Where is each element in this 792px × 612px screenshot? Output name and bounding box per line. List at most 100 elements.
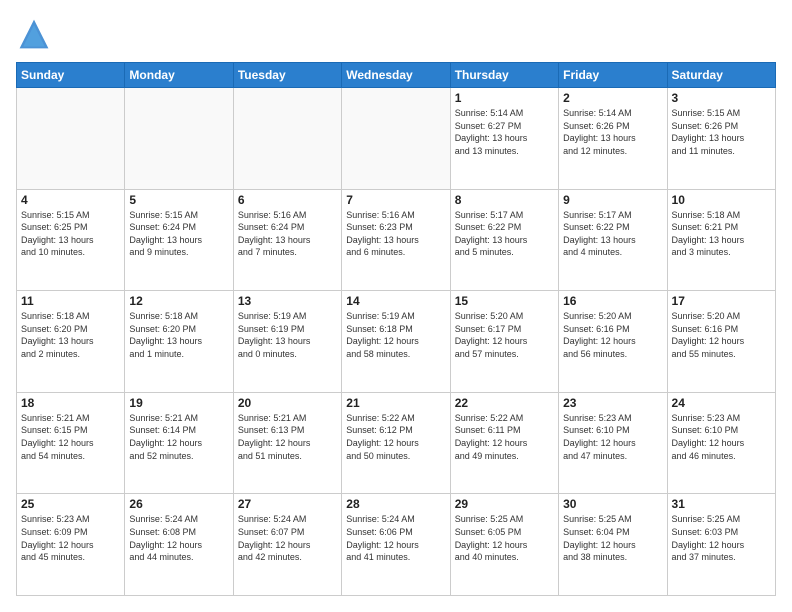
calendar-cell: 13 Sunrise: 5:19 AM Sunset: 6:19 PM Dayli… [233,291,341,393]
calendar-header-monday: Monday [125,63,233,88]
calendar-week-4: 25 Sunrise: 5:23 AM Sunset: 6:09 PM Dayli… [17,494,776,596]
day-number: 15 [455,294,554,308]
day-number: 13 [238,294,337,308]
calendar-cell: 18 Sunrise: 5:21 AM Sunset: 6:15 PM Dayli… [17,392,125,494]
day-number: 31 [672,497,771,511]
day-info: Sunrise: 5:19 AM Sunset: 6:18 PM Dayligh… [346,310,445,360]
calendar-cell: 6 Sunrise: 5:16 AM Sunset: 6:24 PM Daylig… [233,189,341,291]
day-info: Sunrise: 5:18 AM Sunset: 6:20 PM Dayligh… [21,310,120,360]
logo [16,16,56,52]
day-number: 16 [563,294,662,308]
day-info: Sunrise: 5:18 AM Sunset: 6:20 PM Dayligh… [129,310,228,360]
day-number: 7 [346,193,445,207]
day-number: 25 [21,497,120,511]
day-info: Sunrise: 5:21 AM Sunset: 6:13 PM Dayligh… [238,412,337,462]
calendar-cell: 19Sunrise: 5:21 AM Sunset: 6:14 PM Dayli… [125,392,233,494]
day-number: 26 [129,497,228,511]
day-number: 3 [672,91,771,105]
day-number: 10 [672,193,771,207]
day-number: 21 [346,396,445,410]
day-info: Sunrise: 5:15 AM Sunset: 6:26 PM Dayligh… [672,107,771,157]
day-info: Sunrise: 5:24 AM Sunset: 6:07 PM Dayligh… [238,513,337,563]
calendar-cell: 9 Sunrise: 5:17 AM Sunset: 6:22 PM Daylig… [559,189,667,291]
day-info: Sunrise: 5:25 AM Sunset: 6:05 PM Dayligh… [455,513,554,563]
day-info: Sunrise: 5:16 AM Sunset: 6:24 PM Dayligh… [238,209,337,259]
day-info: Sunrise: 5:14 AM Sunset: 6:26 PM Dayligh… [563,107,662,157]
calendar-header-thursday: Thursday [450,63,558,88]
day-number: 12 [129,294,228,308]
calendar-cell: 21 Sunrise: 5:22 AM Sunset: 6:12 PM Dayli… [342,392,450,494]
calendar-header-sunday: Sunday [17,63,125,88]
calendar-cell: 20 Sunrise: 5:21 AM Sunset: 6:13 PM Dayli… [233,392,341,494]
day-info: Sunrise: 5:24 AM Sunset: 6:06 PM Dayligh… [346,513,445,563]
calendar-cell: 28 Sunrise: 5:24 AM Sunset: 6:06 PM Dayli… [342,494,450,596]
day-info: Sunrise: 5:23 AM Sunset: 6:10 PM Dayligh… [563,412,662,462]
day-number: 20 [238,396,337,410]
day-number: 29 [455,497,554,511]
calendar-cell: 12 Sunrise: 5:18 AM Sunset: 6:20 PM Dayli… [125,291,233,393]
calendar-cell: 14Sunrise: 5:19 AM Sunset: 6:18 PM Dayli… [342,291,450,393]
calendar-cell: 16Sunrise: 5:20 AM Sunset: 6:16 PM Dayli… [559,291,667,393]
day-number: 6 [238,193,337,207]
page: SundayMondayTuesdayWednesdayThursdayFrid… [0,0,792,612]
calendar-header-row: SundayMondayTuesdayWednesdayThursdayFrid… [17,63,776,88]
logo-icon [16,16,52,52]
day-number: 27 [238,497,337,511]
calendar-cell [233,88,341,190]
day-number: 1 [455,91,554,105]
calendar-week-3: 18 Sunrise: 5:21 AM Sunset: 6:15 PM Dayli… [17,392,776,494]
day-info: Sunrise: 5:23 AM Sunset: 6:10 PM Dayligh… [672,412,771,462]
calendar-cell [17,88,125,190]
day-info: Sunrise: 5:22 AM Sunset: 6:12 PM Dayligh… [346,412,445,462]
day-info: Sunrise: 5:14 AM Sunset: 6:27 PM Dayligh… [455,107,554,157]
day-number: 28 [346,497,445,511]
calendar-cell: 1 Sunrise: 5:14 AM Sunset: 6:27 PM Daylig… [450,88,558,190]
day-number: 4 [21,193,120,207]
calendar-cell: 27 Sunrise: 5:24 AM Sunset: 6:07 PM Dayli… [233,494,341,596]
day-info: Sunrise: 5:20 AM Sunset: 6:16 PM Dayligh… [672,310,771,360]
day-info: Sunrise: 5:16 AM Sunset: 6:23 PM Dayligh… [346,209,445,259]
day-number: 17 [672,294,771,308]
calendar-cell [342,88,450,190]
day-number: 5 [129,193,228,207]
calendar-week-1: 4 Sunrise: 5:15 AM Sunset: 6:25 PM Daylig… [17,189,776,291]
calendar-cell [125,88,233,190]
day-number: 9 [563,193,662,207]
calendar-header-wednesday: Wednesday [342,63,450,88]
day-number: 23 [563,396,662,410]
day-info: Sunrise: 5:15 AM Sunset: 6:24 PM Dayligh… [129,209,228,259]
day-info: Sunrise: 5:22 AM Sunset: 6:11 PM Dayligh… [455,412,554,462]
day-info: Sunrise: 5:19 AM Sunset: 6:19 PM Dayligh… [238,310,337,360]
day-info: Sunrise: 5:18 AM Sunset: 6:21 PM Dayligh… [672,209,771,259]
day-number: 19 [129,396,228,410]
calendar-header-friday: Friday [559,63,667,88]
header [16,16,776,52]
calendar-cell: 15Sunrise: 5:20 AM Sunset: 6:17 PM Dayli… [450,291,558,393]
day-info: Sunrise: 5:15 AM Sunset: 6:25 PM Dayligh… [21,209,120,259]
calendar-cell: 10 Sunrise: 5:18 AM Sunset: 6:21 PM Dayli… [667,189,775,291]
calendar-cell: 26Sunrise: 5:24 AM Sunset: 6:08 PM Dayli… [125,494,233,596]
calendar-cell: 7 Sunrise: 5:16 AM Sunset: 6:23 PM Daylig… [342,189,450,291]
day-info: Sunrise: 5:17 AM Sunset: 6:22 PM Dayligh… [455,209,554,259]
calendar-cell: 30Sunrise: 5:25 AM Sunset: 6:04 PM Dayli… [559,494,667,596]
day-number: 8 [455,193,554,207]
calendar-cell: 29 Sunrise: 5:25 AM Sunset: 6:05 PM Dayli… [450,494,558,596]
day-info: Sunrise: 5:21 AM Sunset: 6:15 PM Dayligh… [21,412,120,462]
day-info: Sunrise: 5:23 AM Sunset: 6:09 PM Dayligh… [21,513,120,563]
calendar-cell: 3 Sunrise: 5:15 AM Sunset: 6:26 PM Daylig… [667,88,775,190]
day-number: 11 [21,294,120,308]
calendar-cell: 5 Sunrise: 5:15 AM Sunset: 6:24 PM Daylig… [125,189,233,291]
calendar-cell: 2Sunrise: 5:14 AM Sunset: 6:26 PM Daylig… [559,88,667,190]
calendar-cell: 11 Sunrise: 5:18 AM Sunset: 6:20 PM Dayli… [17,291,125,393]
calendar-cell: 31Sunrise: 5:25 AM Sunset: 6:03 PM Dayli… [667,494,775,596]
day-number: 22 [455,396,554,410]
calendar: SundayMondayTuesdayWednesdayThursdayFrid… [16,62,776,596]
day-number: 18 [21,396,120,410]
calendar-cell: 17 Sunrise: 5:20 AM Sunset: 6:16 PM Dayli… [667,291,775,393]
day-number: 30 [563,497,662,511]
calendar-cell: 23 Sunrise: 5:23 AM Sunset: 6:10 PM Dayli… [559,392,667,494]
day-info: Sunrise: 5:17 AM Sunset: 6:22 PM Dayligh… [563,209,662,259]
calendar-cell: 25 Sunrise: 5:23 AM Sunset: 6:09 PM Dayli… [17,494,125,596]
calendar-week-2: 11 Sunrise: 5:18 AM Sunset: 6:20 PM Dayli… [17,291,776,393]
calendar-cell: 4 Sunrise: 5:15 AM Sunset: 6:25 PM Daylig… [17,189,125,291]
